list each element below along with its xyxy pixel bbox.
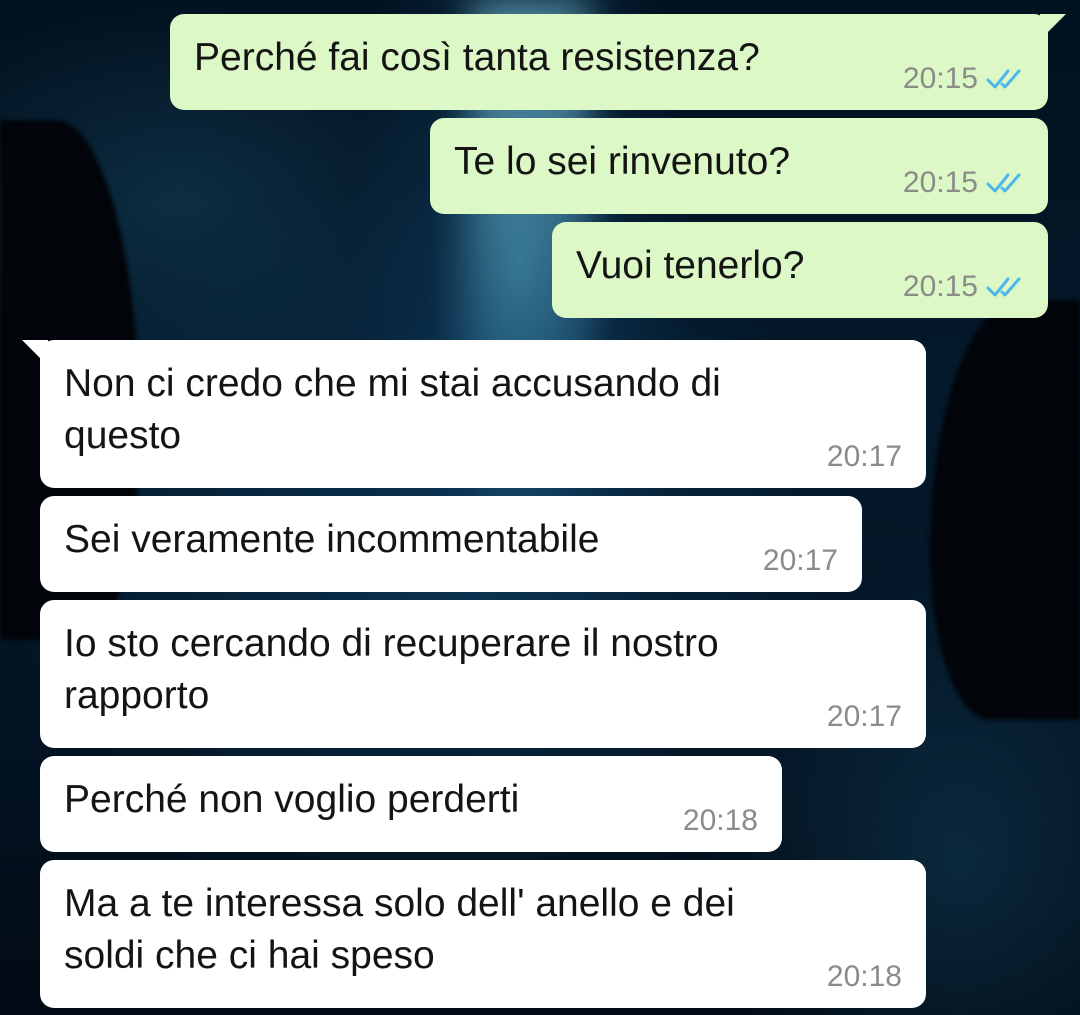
message-timestamp: 20:18 [826, 960, 902, 993]
message-text-line: Non ci credo che mi stai accusando di [64, 362, 721, 405]
message-text: Te lo sei rinvenuto? [454, 140, 791, 183]
message-meta: 20:15 [903, 270, 1026, 304]
bubble-tail [22, 340, 48, 366]
message-bubble-incoming[interactable]: Sei veramente incommentabile 20:17 [40, 496, 862, 592]
message-bubble-incoming[interactable]: Ma a te interessa solo dell' anello e de… [40, 860, 926, 1008]
bubble-tail [1040, 14, 1066, 40]
message-timestamp: 20:15 [902, 270, 978, 303]
message-bubble-incoming[interactable]: Non ci credo che mi stai accusando di qu… [22, 340, 926, 488]
message-meta: 20:18 [827, 960, 902, 994]
message-bubble-outgoing[interactable]: Te lo sei rinvenuto? 20:15 [430, 118, 1048, 214]
message-text: Perché fai così tanta resistenza? [194, 36, 760, 79]
message-meta: 20:17 [827, 440, 902, 474]
message-timestamp: 20:17 [762, 544, 838, 577]
message-text-line: rapporto [64, 674, 210, 717]
message-bubble-outgoing[interactable]: Vuoi tenerlo? 20:15 [552, 222, 1048, 318]
message-text: Non ci credo che mi stai accusando di qu… [64, 358, 721, 462]
message-text-line: Ma a te interessa solo dell' anello e de… [64, 882, 735, 925]
message-bubble-outgoing[interactable]: Perché fai così tanta resistenza? 20:15 [170, 14, 1066, 110]
message-timestamp: 20:15 [902, 62, 978, 95]
message-meta: 20:15 [903, 62, 1026, 96]
message-meta: 20:18 [683, 804, 758, 838]
double-check-icon [986, 173, 1021, 193]
message-text: Io sto cercando di recuperare il nostro … [64, 618, 719, 722]
double-check-icon [986, 69, 1021, 89]
message-text: Ma a te interessa solo dell' anello e de… [64, 878, 735, 982]
message-timestamp: 20:18 [682, 804, 758, 837]
message-bubble-incoming[interactable]: Io sto cercando di recuperare il nostro … [40, 600, 926, 748]
message-text-line: Io sto cercando di recuperare il nostro [64, 622, 719, 665]
double-check-icon [986, 277, 1021, 297]
wallpaper-rock-right [930, 300, 1080, 720]
message-text-line: questo [64, 414, 182, 457]
message-timestamp: 20:17 [826, 440, 902, 473]
message-timestamp: 20:15 [902, 166, 978, 199]
message-text: Perché non voglio perderti [64, 778, 520, 821]
message-text: Sei veramente incommentabile [64, 518, 600, 561]
message-text-line: soldi che ci hai speso [64, 934, 435, 977]
message-meta: 20:17 [763, 544, 838, 578]
message-meta: 20:15 [903, 166, 1026, 200]
message-meta: 20:17 [827, 700, 902, 734]
message-bubble-incoming[interactable]: Perché non voglio perderti 20:18 [40, 756, 782, 852]
message-text: Vuoi tenerlo? [576, 244, 805, 287]
message-timestamp: 20:17 [826, 700, 902, 733]
